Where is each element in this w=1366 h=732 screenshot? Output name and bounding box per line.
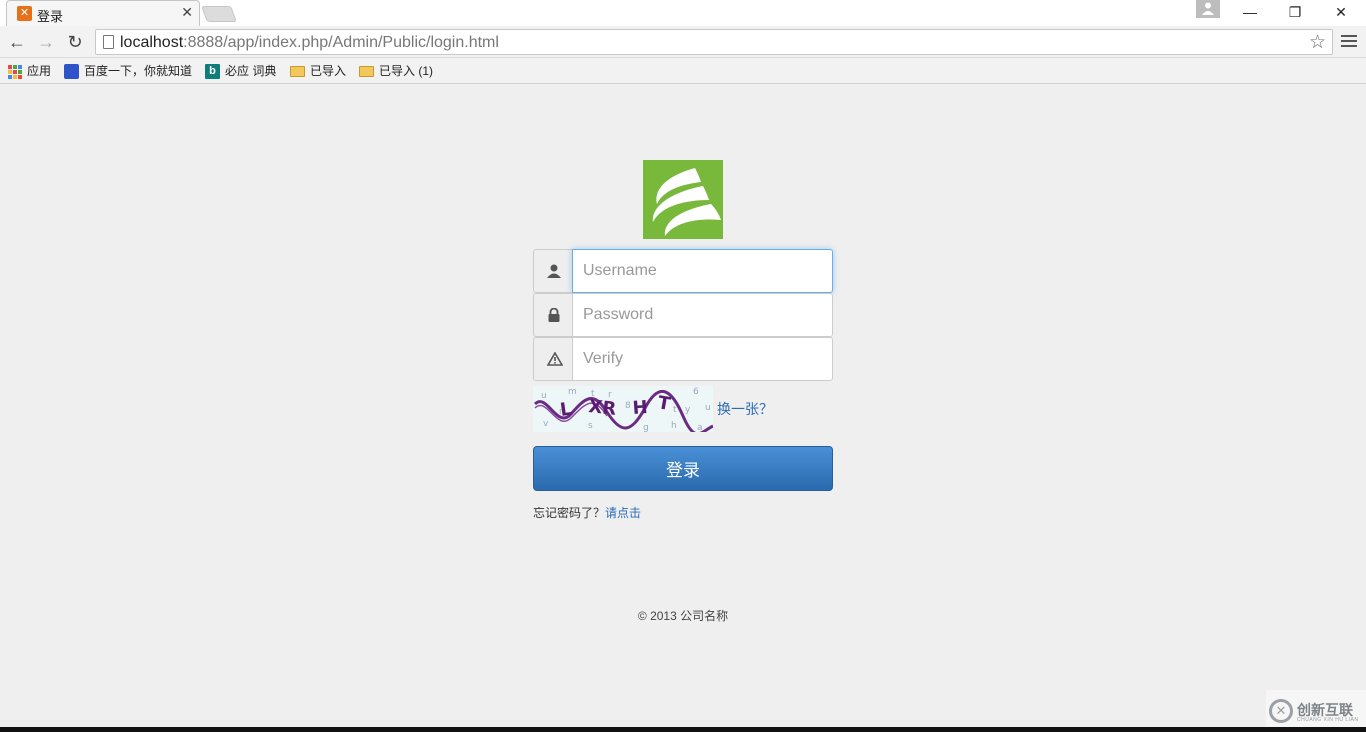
profile-avatar-button[interactable]: [1196, 0, 1220, 18]
bing-icon: b: [205, 64, 220, 80]
svg-text:L: L: [559, 399, 573, 421]
flame-leaf-icon: [652, 168, 721, 236]
hamburger-menu-icon[interactable]: [1341, 32, 1357, 50]
password-input[interactable]: [572, 293, 833, 337]
login-button[interactable]: 登录: [533, 446, 833, 491]
watermark-subtext: CHUANG XIN HU LIAN: [1297, 717, 1359, 723]
new-tab-button[interactable]: [201, 6, 237, 22]
svg-text:v: v: [543, 419, 549, 429]
back-arrow-icon[interactable]: ←: [7, 32, 27, 52]
browser-tab-active[interactable]: ✕ 登录 ✕: [6, 0, 200, 26]
svg-text:a: a: [697, 423, 703, 432]
person-icon: [1202, 2, 1214, 15]
bookmark-baidu[interactable]: 百度一下，你就知道: [64, 62, 192, 80]
forgot-password-text: 忘记密码了？: [533, 506, 606, 520]
bookmark-bing[interactable]: b 必应 词典: [205, 62, 276, 80]
bookmarks-bar: 应用 百度一下，你就知道 b 必应 词典 已导入 已导入 (1): [0, 58, 1366, 84]
verify-input[interactable]: [572, 337, 833, 381]
forgot-password: 忘记密码了？请点击: [533, 504, 641, 521]
tab-title: 登录: [37, 9, 64, 24]
verify-group: [533, 337, 833, 381]
watermark-icon: ✕: [1269, 699, 1293, 723]
bookmark-folder-imported[interactable]: 已导入: [290, 62, 346, 80]
username-input[interactable]: [572, 249, 833, 293]
tab-strip: ✕ 登录 ✕ — ❐ ✕: [0, 0, 1366, 26]
user-icon: [533, 249, 573, 293]
svg-text:8: 8: [625, 401, 631, 411]
svg-text:T: T: [656, 392, 672, 415]
svg-text:u: u: [541, 391, 547, 401]
password-group: [533, 293, 833, 337]
close-window-button[interactable]: ✕: [1319, 2, 1363, 22]
watermark-logo: ✕ 创新互联 CHUANG XIN HU LIAN: [1266, 690, 1366, 728]
forgot-password-link[interactable]: 请点击: [605, 506, 641, 520]
page-icon: [103, 35, 114, 49]
svg-text:6: 6: [693, 387, 699, 397]
username-group: [533, 249, 833, 293]
copyright-footer: © 2013 公司名称: [637, 609, 729, 623]
minimize-button[interactable]: —: [1228, 2, 1272, 22]
baidu-paw-icon: [64, 64, 79, 80]
lock-icon: [533, 293, 573, 337]
folder-icon: [359, 66, 374, 78]
reload-icon[interactable]: ↻: [65, 32, 85, 52]
svg-text:m: m: [568, 387, 577, 397]
address-url: localhost:8888/app/index.php/Admin/Publi…: [120, 34, 499, 51]
bookmark-star-icon[interactable]: ☆: [1309, 31, 1326, 54]
forward-arrow-icon[interactable]: →: [36, 32, 56, 52]
svg-text:H: H: [632, 397, 649, 419]
svg-text:h: h: [671, 421, 677, 431]
taskbar-edge: [0, 727, 1366, 732]
captcha-image[interactable]: umtr 6vns 8tyu gha L XR H T: [533, 386, 713, 432]
restore-button[interactable]: ❐: [1273, 2, 1317, 22]
apps-grid-icon: [8, 64, 22, 79]
tab-close-icon[interactable]: ✕: [181, 4, 193, 21]
bookmark-folder-imported-1[interactable]: 已导入 (1): [359, 62, 433, 80]
svg-text:y: y: [685, 405, 691, 415]
site-logo: [643, 160, 723, 239]
address-bar[interactable]: localhost:8888/app/index.php/Admin/Publi…: [95, 29, 1333, 55]
svg-text:XR: XR: [587, 396, 617, 420]
svg-text:u: u: [705, 403, 711, 413]
browser-toolbar: ← → ↻ localhost:8888/app/index.php/Admin…: [0, 26, 1366, 58]
folder-icon: [290, 66, 305, 78]
bookmark-apps[interactable]: 应用: [8, 62, 51, 80]
svg-text:s: s: [588, 421, 593, 431]
xampp-icon: ✕: [17, 6, 32, 21]
warning-icon: [533, 337, 573, 381]
svg-text:g: g: [643, 423, 649, 432]
refresh-captcha-link[interactable]: 换一张？: [717, 399, 773, 419]
svg-text:t: t: [673, 405, 677, 415]
